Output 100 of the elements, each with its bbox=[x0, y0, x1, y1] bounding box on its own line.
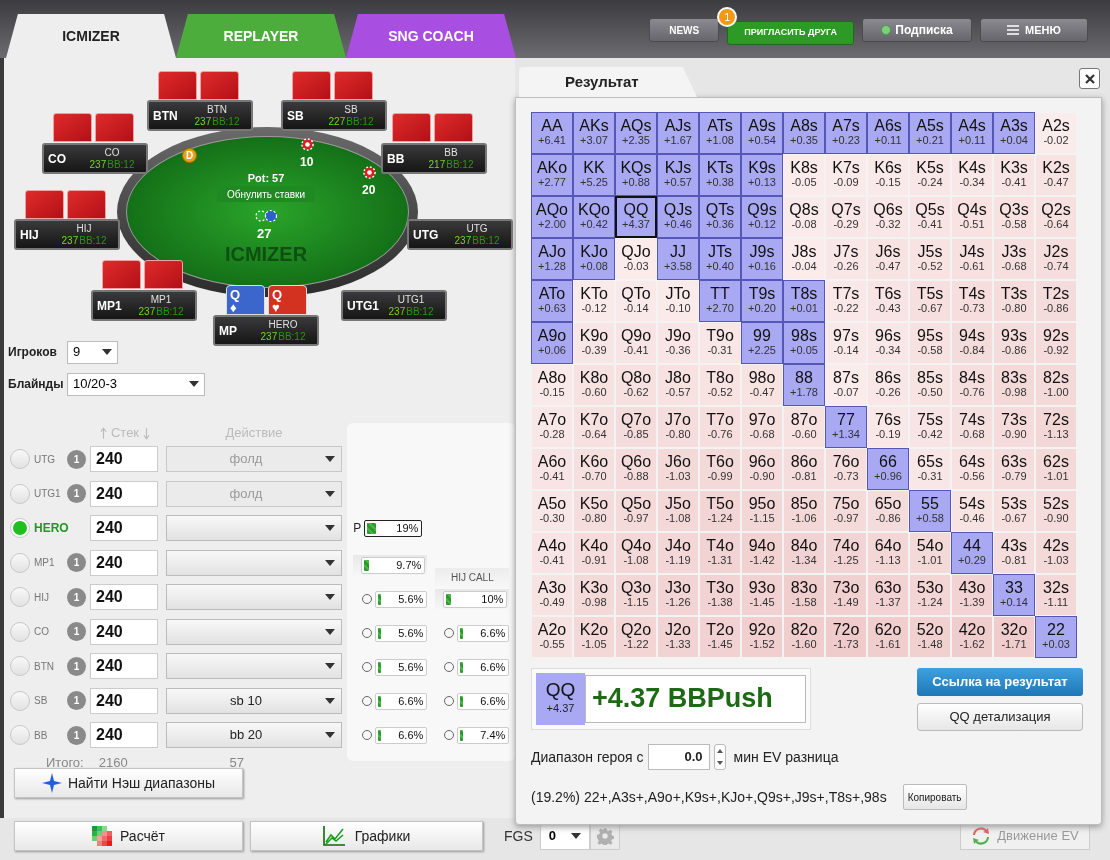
range-cell[interactable]: 94o -1.42 bbox=[741, 532, 783, 574]
range-cell[interactable]: 73o -1.49 bbox=[825, 574, 867, 616]
range-cell[interactable]: QTs +0.36 bbox=[699, 196, 741, 238]
range-cell[interactable]: 88 +1.78 bbox=[783, 364, 825, 406]
range-cell[interactable]: Q3o -1.15 bbox=[615, 574, 657, 616]
range-cell[interactable]: Q4o -1.08 bbox=[615, 532, 657, 574]
range-cell[interactable]: 98o -0.47 bbox=[741, 364, 783, 406]
nav-tab[interactable]: SNG COACH bbox=[346, 14, 516, 58]
range-cell[interactable]: 44 +0.29 bbox=[951, 532, 993, 574]
range-cell[interactable]: KTo -0.12 bbox=[573, 280, 615, 322]
range-cell[interactable]: K6s -0.15 bbox=[867, 154, 909, 196]
range-cell[interactable]: A9o +0.06 bbox=[531, 322, 573, 364]
range-cell[interactable]: 85o -1.06 bbox=[783, 490, 825, 532]
range-cell[interactable]: Q2o -1.22 bbox=[615, 616, 657, 658]
range-cell[interactable]: 43o -1.39 bbox=[951, 574, 993, 616]
range-cell[interactable]: K8o -0.60 bbox=[573, 364, 615, 406]
range-cell[interactable]: 87s -0.07 bbox=[825, 364, 867, 406]
range-cell[interactable]: T6s -0.43 bbox=[867, 280, 909, 322]
spinner-button[interactable] bbox=[713, 744, 726, 770]
range-cell[interactable]: 76s -0.19 bbox=[867, 406, 909, 448]
range-cell[interactable]: JTs +0.40 bbox=[699, 238, 741, 280]
range-cell[interactable]: 82o -1.60 bbox=[783, 616, 825, 658]
action-dropdown[interactable]: sb 10 bbox=[166, 687, 342, 714]
action-dropdown[interactable] bbox=[166, 653, 342, 679]
range-cell[interactable]: 77 +1.34 bbox=[825, 406, 867, 448]
range-cell[interactable]: 96s -0.34 bbox=[867, 322, 909, 364]
charts-button[interactable]: Графики bbox=[250, 821, 483, 851]
range-cell[interactable]: 98s +0.05 bbox=[783, 322, 825, 364]
range-cell[interactable]: Q4s -0.51 bbox=[951, 196, 993, 238]
range-cell[interactable]: T5s -0.67 bbox=[909, 280, 951, 322]
range-cell[interactable]: 84o -1.34 bbox=[783, 532, 825, 574]
radio-button[interactable] bbox=[10, 621, 30, 642]
range-cell[interactable]: KQo +0.42 bbox=[573, 196, 615, 238]
range-cell[interactable]: J5s -0.52 bbox=[909, 238, 951, 280]
action-dropdown[interactable] bbox=[166, 549, 342, 576]
range-cell[interactable]: 95s -0.58 bbox=[909, 322, 951, 364]
dropdown[interactable]: 9 bbox=[67, 340, 118, 364]
range-cell[interactable]: AJo +1.28 bbox=[531, 238, 573, 280]
dropdown[interactable]: 10/20-3 bbox=[67, 372, 205, 396]
range-cell[interactable]: Q3s -0.58 bbox=[993, 196, 1035, 238]
range-cell[interactable]: J7o -0.80 bbox=[657, 406, 699, 448]
range-cell[interactable]: 52o -1.48 bbox=[909, 616, 951, 658]
radio-button[interactable] bbox=[10, 587, 30, 607]
range-cell[interactable]: J5o -1.08 bbox=[657, 490, 699, 532]
range-cell[interactable]: JTo -0.10 bbox=[657, 280, 699, 322]
range-cell[interactable]: T3o -1.38 bbox=[699, 574, 741, 616]
range-cell[interactable]: KJo +0.08 bbox=[573, 238, 615, 280]
range-cell[interactable]: KK +5.25 bbox=[573, 154, 615, 196]
range-cell[interactable]: Q6s -0.32 bbox=[867, 196, 909, 238]
range-cell[interactable]: K9s +0.13 bbox=[741, 154, 783, 196]
range-cell[interactable]: 93o -1.45 bbox=[741, 574, 783, 616]
range-cell[interactable]: KQs +0.88 bbox=[615, 154, 657, 196]
stack-field[interactable]: 240 bbox=[90, 618, 158, 645]
action-dropdown[interactable]: bb 20 bbox=[166, 722, 342, 748]
range-cell[interactable]: 65s -0.31 bbox=[909, 448, 951, 490]
reset-bets-button[interactable]: Обнулить ставки bbox=[217, 186, 315, 202]
range-cell[interactable]: A6o -0.41 bbox=[531, 448, 573, 490]
range-cell[interactable]: A5o -0.30 bbox=[531, 490, 573, 532]
range-cell[interactable]: J9s +0.16 bbox=[741, 238, 783, 280]
range-cell[interactable]: K4s -0.34 bbox=[951, 154, 993, 196]
range-cell[interactable]: J8o -0.57 bbox=[657, 364, 699, 406]
range-cell[interactable]: 42s -1.03 bbox=[1035, 532, 1077, 574]
stack-field[interactable]: 240 bbox=[90, 515, 158, 541]
radio-button[interactable] bbox=[10, 552, 30, 573]
range-cell[interactable]: 84s -0.76 bbox=[951, 364, 993, 406]
range-cell[interactable]: A2s -0.02 bbox=[1035, 112, 1077, 154]
copy-button[interactable]: Копировать bbox=[902, 784, 967, 810]
range-cell[interactable]: JJ +3.58 bbox=[657, 238, 699, 280]
action-dropdown[interactable] bbox=[166, 618, 342, 645]
range-cell[interactable]: QQ +4.37 bbox=[615, 196, 657, 238]
range-cell[interactable]: QTo -0.14 bbox=[615, 280, 657, 322]
range-cell[interactable]: T4o -1.31 bbox=[699, 532, 741, 574]
range-cell[interactable]: 72s -1.13 bbox=[1035, 406, 1077, 448]
range-cell[interactable]: K6o -0.70 bbox=[573, 448, 615, 490]
range-cell[interactable]: A3s +0.04 bbox=[993, 112, 1035, 154]
range-cell[interactable]: AQo +2.00 bbox=[531, 196, 573, 238]
range-cell[interactable]: Q8s -0.08 bbox=[783, 196, 825, 238]
range-cell[interactable]: K9o -0.39 bbox=[573, 322, 615, 364]
range-cell[interactable]: 54o -1.01 bbox=[909, 532, 951, 574]
close-button[interactable] bbox=[1079, 68, 1100, 89]
range-cell[interactable]: K7s -0.09 bbox=[825, 154, 867, 196]
result-tab[interactable]: Результат bbox=[519, 67, 697, 97]
range-cell[interactable]: 97s -0.14 bbox=[825, 322, 867, 364]
range-cell[interactable]: TT +2.70 bbox=[699, 280, 741, 322]
details-button[interactable]: QQ детализация bbox=[917, 703, 1083, 731]
range-cell[interactable]: 73s -0.90 bbox=[993, 406, 1035, 448]
range-cell[interactable]: K7o -0.64 bbox=[573, 406, 615, 448]
range-cell[interactable]: 95o -1.15 bbox=[741, 490, 783, 532]
range-cell[interactable]: 63o -1.37 bbox=[867, 574, 909, 616]
range-cell[interactable]: 85s -0.50 bbox=[909, 364, 951, 406]
range-cell[interactable]: Q7o -0.85 bbox=[615, 406, 657, 448]
range-cell[interactable]: 65o -0.86 bbox=[867, 490, 909, 532]
stack-field[interactable]: 240 bbox=[90, 584, 158, 610]
range-cell[interactable]: 54s -0.46 bbox=[951, 490, 993, 532]
range-cell[interactable]: 55 +0.58 bbox=[909, 490, 951, 532]
range-cell[interactable]: Q5s -0.41 bbox=[909, 196, 951, 238]
range-cell[interactable]: 94s -0.84 bbox=[951, 322, 993, 364]
radio-button[interactable] bbox=[10, 518, 30, 538]
range-cell[interactable]: ATs +1.08 bbox=[699, 112, 741, 154]
radio-button[interactable] bbox=[10, 656, 30, 676]
